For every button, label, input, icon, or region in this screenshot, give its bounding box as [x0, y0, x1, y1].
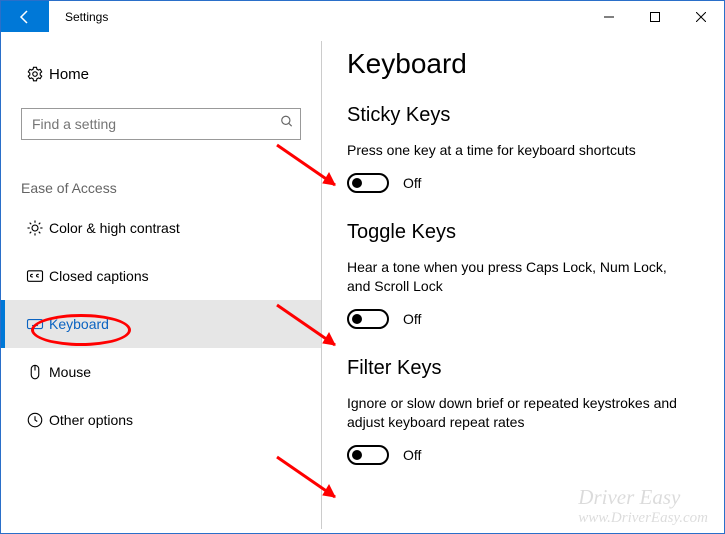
- home-button[interactable]: Home: [1, 54, 321, 94]
- brightness-icon: [21, 219, 49, 237]
- gear-icon: [21, 65, 49, 83]
- search-box[interactable]: [21, 108, 301, 140]
- toggle-state-label: Off: [403, 447, 421, 463]
- sidebar-item-keyboard[interactable]: Keyboard: [1, 300, 321, 348]
- other-icon: [21, 411, 49, 429]
- cc-icon: [21, 267, 49, 285]
- toggle-state-label: Off: [403, 311, 421, 327]
- search-icon: [280, 115, 294, 134]
- close-button[interactable]: [678, 1, 724, 32]
- maximize-button[interactable]: [632, 1, 678, 32]
- page-title: Keyboard: [347, 48, 698, 80]
- sidebar-item-mouse[interactable]: Mouse: [1, 348, 321, 396]
- mouse-icon: [21, 363, 49, 381]
- toggle-state-label: Off: [403, 175, 421, 191]
- sidebar-item-label: Mouse: [49, 364, 91, 380]
- sidebar-item-label: Keyboard: [49, 316, 109, 332]
- search-input[interactable]: [30, 115, 292, 133]
- section-text-sticky-keys: Press one key at a time for keyboard sho…: [347, 141, 687, 161]
- section-title-filter-keys: Filter Keys: [347, 357, 698, 380]
- sidebar-item-closed-captions[interactable]: Closed captions: [1, 252, 321, 300]
- minimize-button[interactable]: [586, 1, 632, 32]
- sidebar-item-label: Closed captions: [49, 268, 149, 284]
- keyboard-icon: [21, 315, 49, 333]
- toggle-toggle-keys[interactable]: [347, 309, 389, 329]
- home-label: Home: [49, 66, 89, 83]
- window-title: Settings: [65, 1, 108, 32]
- toggle-sticky-keys[interactable]: [347, 173, 389, 193]
- sidebar: Home Ease of Access: [1, 32, 321, 533]
- back-button[interactable]: [1, 1, 49, 32]
- section-title-toggle-keys: Toggle Keys: [347, 221, 698, 244]
- titlebar: Settings: [1, 1, 724, 32]
- sidebar-group-label: Ease of Access: [21, 180, 321, 196]
- toggle-filter-keys[interactable]: [347, 445, 389, 465]
- sidebar-item-label: Color & high contrast: [49, 220, 180, 236]
- content-pane: Keyboard Sticky Keys Press one key at a …: [321, 32, 724, 533]
- sidebar-item-label: Other options: [49, 412, 133, 428]
- section-text-filter-keys: Ignore or slow down brief or repeated ke…: [347, 394, 687, 433]
- sidebar-item-other-options[interactable]: Other options: [1, 396, 321, 444]
- section-title-sticky-keys: Sticky Keys: [347, 104, 698, 127]
- section-text-toggle-keys: Hear a tone when you press Caps Lock, Nu…: [347, 258, 687, 297]
- sidebar-item-color-contrast[interactable]: Color & high contrast: [1, 204, 321, 252]
- vertical-divider: [321, 41, 322, 529]
